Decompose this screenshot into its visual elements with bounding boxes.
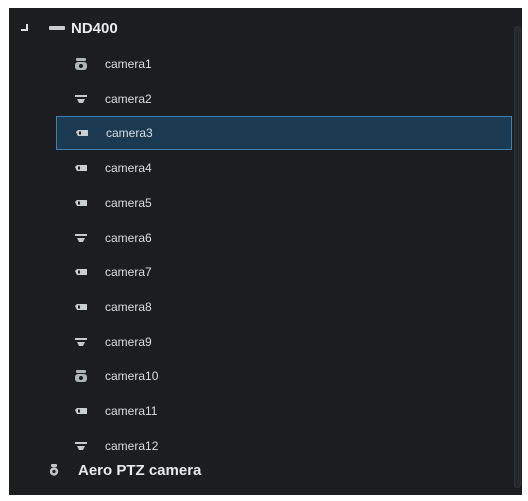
camera-label: camera9 bbox=[105, 334, 152, 349]
camera-label: camera3 bbox=[106, 126, 153, 141]
tree-node-aero-ptz-camera[interactable]: Aero PTZ camera bbox=[9, 453, 509, 487]
tree-node-camera2[interactable]: camera2 bbox=[56, 82, 512, 116]
camera-label: camera2 bbox=[105, 91, 152, 106]
dome-camera-icon bbox=[74, 440, 88, 452]
tree-node-camera8[interactable]: camera8 bbox=[56, 290, 512, 324]
tree-node-camera5[interactable]: camera5 bbox=[56, 186, 512, 220]
tree-node-camera6[interactable]: camera6 bbox=[56, 221, 512, 255]
ptz-camera-icon bbox=[74, 370, 88, 383]
box-camera-icon bbox=[74, 266, 88, 278]
recorder-device-icon bbox=[49, 26, 65, 30]
dome-camera-icon bbox=[74, 232, 88, 244]
camera-label: camera6 bbox=[105, 230, 152, 245]
dome-camera-icon bbox=[74, 336, 88, 348]
ptz-camera-icon bbox=[74, 58, 88, 70]
camera-label: camera10 bbox=[105, 369, 159, 384]
tree-node-recorder[interactable]: ND400 bbox=[9, 11, 509, 45]
camera-label: camera4 bbox=[105, 161, 152, 176]
box-camera-icon bbox=[74, 405, 88, 417]
camera-tree-panel: ND400 camera1 camera2 camera3 camera4 camera… bbox=[9, 8, 522, 495]
tree-node-camera3[interactable]: camera3 bbox=[56, 116, 512, 151]
vertical-scrollbar[interactable] bbox=[512, 8, 522, 495]
box-camera-icon bbox=[75, 127, 89, 139]
tree-node-camera4[interactable]: camera4 bbox=[56, 151, 512, 185]
tree-node-camera10[interactable]: camera10 bbox=[56, 359, 512, 393]
box-camera-icon bbox=[74, 197, 88, 209]
box-camera-icon bbox=[74, 162, 88, 174]
camera-label: camera5 bbox=[105, 195, 152, 210]
tree-node-camera9[interactable]: camera9 bbox=[56, 325, 512, 359]
aero-ptz-camera-label: Aero PTZ camera bbox=[78, 461, 202, 479]
camera-label: camera8 bbox=[105, 299, 152, 314]
scrollbar-thumb[interactable] bbox=[514, 26, 521, 488]
box-camera-icon bbox=[74, 301, 88, 313]
tree-node-camera1[interactable]: camera1 bbox=[56, 47, 512, 81]
dome-camera-icon bbox=[74, 93, 88, 105]
camera-label: camera11 bbox=[105, 404, 158, 418]
camera-label: camera7 bbox=[105, 265, 152, 280]
tree-node-camera7[interactable]: camera7 bbox=[56, 255, 512, 289]
camera-label: camera12 bbox=[105, 438, 159, 453]
recorder-label: ND400 bbox=[71, 19, 118, 37]
ptz-camera-icon bbox=[49, 464, 59, 476]
collapse-arrow-icon[interactable] bbox=[20, 23, 30, 33]
camera-label: camera1 bbox=[105, 57, 152, 71]
tree-node-camera11[interactable]: camera11 bbox=[56, 394, 512, 428]
